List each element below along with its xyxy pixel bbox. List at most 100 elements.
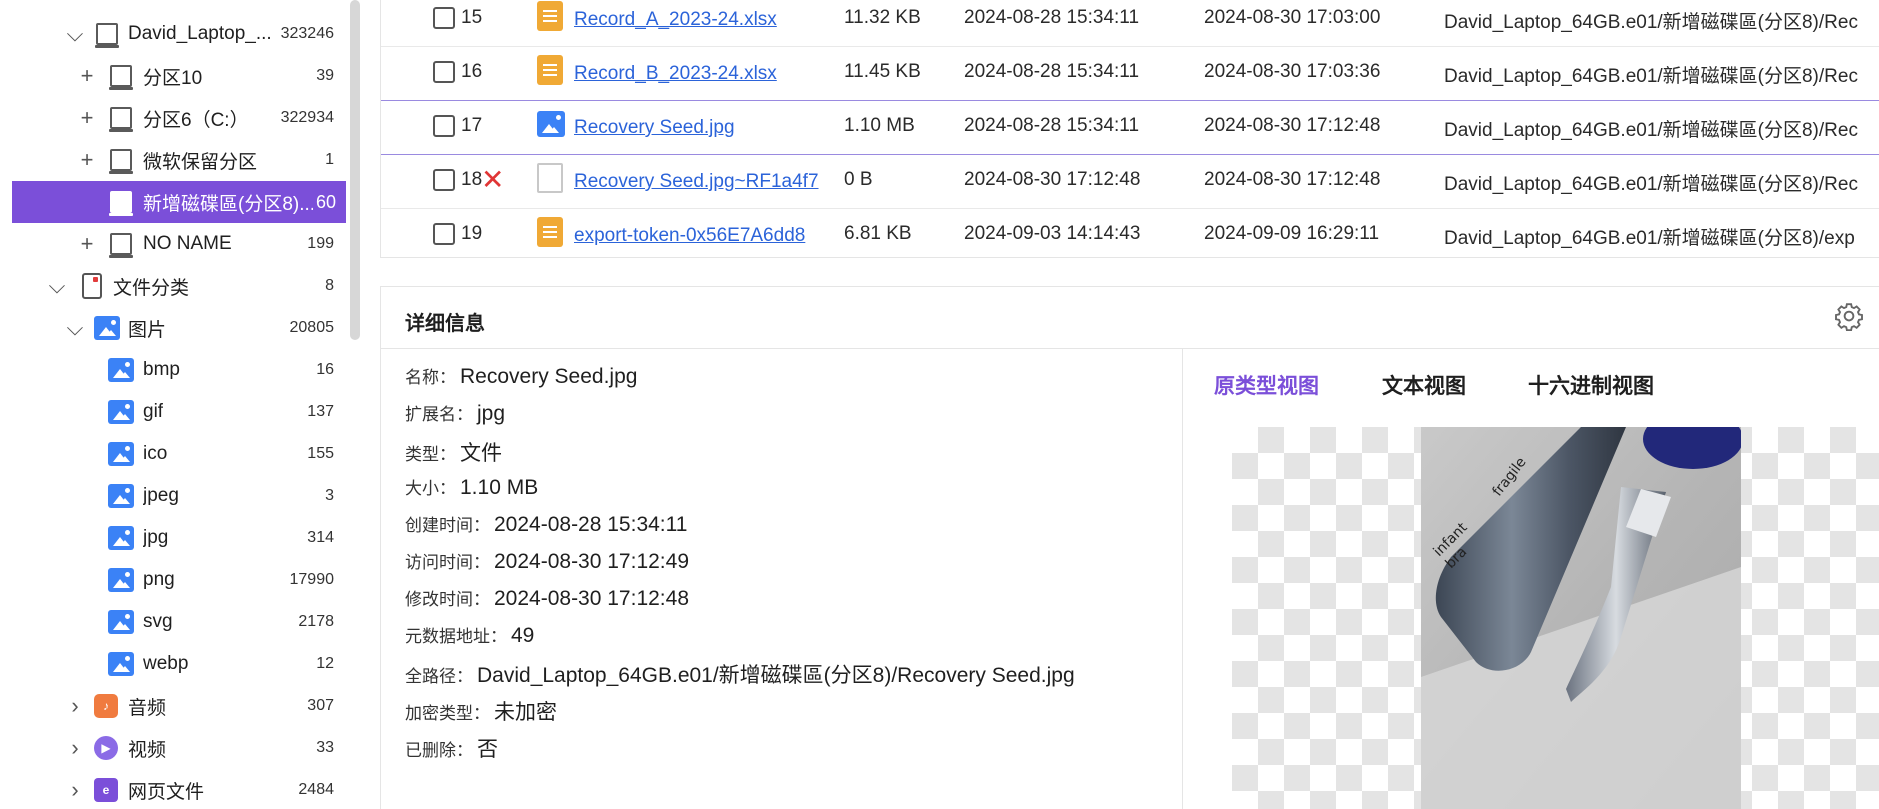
tree-item-label: ico xyxy=(143,443,168,464)
file-name-link[interactable]: Recovery Seed.jpg xyxy=(574,117,824,139)
drive-icon xyxy=(95,21,122,48)
tree-item-label: jpeg xyxy=(143,485,179,506)
tree-item-label: 微软保留分区 xyxy=(143,151,258,173)
chevron-down-icon[interactable]: ⌵ xyxy=(64,21,86,46)
document-icon xyxy=(537,217,563,247)
chevron-right-icon[interactable]: › xyxy=(64,735,86,760)
tab-text-view[interactable]: 文本视图 xyxy=(1382,370,1466,400)
tree-item-count: 39 xyxy=(316,67,334,84)
tree-item-svg[interactable]: svg 2178 xyxy=(12,601,346,643)
file-path: David_Laptop_64GB.e01/新增磁碟區(分区8)/Rec xyxy=(1444,12,1858,33)
tree-item-count: 33 xyxy=(316,739,334,756)
prop-key: 名称： xyxy=(405,368,456,387)
file-modified-time: 2024-08-30 17:03:36 xyxy=(1204,61,1381,82)
file-size: 11.45 KB xyxy=(844,61,921,82)
tree-item-label: bmp xyxy=(143,359,180,380)
file-path: David_Laptop_64GB.e01/新增磁碟區(分区8)/exp xyxy=(1444,228,1855,249)
drive-icon xyxy=(109,63,136,90)
image-icon xyxy=(108,526,134,552)
blank-file-icon xyxy=(537,163,563,193)
row-number: 15 xyxy=(461,7,483,28)
tree-item-audio[interactable]: › ♪ 音频 307 xyxy=(12,685,346,727)
file-created-time: 2024-08-28 15:34:11 xyxy=(964,61,1140,82)
chevron-down-icon[interactable]: ⌵ xyxy=(64,315,86,340)
tree-item-count: 199 xyxy=(307,235,334,252)
tree-item-file-categories[interactable]: ⌵ 文件分类 8 xyxy=(12,265,346,307)
row-checkbox[interactable] xyxy=(433,115,455,137)
row-checkbox[interactable] xyxy=(433,223,455,245)
tree-item-count: 1 xyxy=(325,151,334,168)
expand-plus-icon[interactable]: + xyxy=(76,147,98,172)
gear-icon[interactable] xyxy=(1834,301,1864,331)
tree-item-count: 12 xyxy=(316,655,334,672)
image-icon xyxy=(537,109,565,139)
tree-item-jpeg[interactable]: jpeg 3 xyxy=(12,475,346,517)
tree-item-jpg[interactable]: jpg 314 xyxy=(12,517,346,559)
tree-item-count: 60 xyxy=(315,191,336,212)
document-icon xyxy=(82,273,108,299)
tree-item-gif[interactable]: gif 137 xyxy=(12,391,346,433)
sidebar-scrollbar[interactable] xyxy=(350,0,360,340)
drive-icon xyxy=(109,105,136,132)
prop-metadata-address: 元数据地址： 49 xyxy=(405,622,534,648)
file-name-link[interactable]: Record_A_2023-24.xlsx xyxy=(574,9,824,31)
prop-value: 1.10 MB xyxy=(460,476,539,499)
table-row[interactable]: 18 ✕ Recovery Seed.jpg~RF1a4f7 0 B 2024-… xyxy=(381,155,1879,209)
tree-item-no-name[interactable]: + NO NAME 199 xyxy=(12,223,346,265)
expand-plus-icon[interactable]: + xyxy=(76,231,98,256)
chevron-right-icon[interactable]: › xyxy=(64,777,86,802)
tree-item-partition10[interactable]: + 分区10 39 xyxy=(12,55,346,97)
chevron-right-icon[interactable]: › xyxy=(64,693,86,718)
tree-item-label: NO NAME xyxy=(143,233,232,254)
file-created-time: 2024-09-03 14:14:43 xyxy=(964,223,1141,244)
file-name-link[interactable]: Record_B_2023-24.xlsx xyxy=(574,63,824,85)
row-number: 19 xyxy=(461,223,483,244)
row-checkbox[interactable] xyxy=(433,7,455,29)
prop-key: 修改时间： xyxy=(405,590,490,609)
tree-item-count: 2484 xyxy=(298,781,334,798)
tree-item-webp[interactable]: webp 12 xyxy=(12,643,346,685)
tree-item-images[interactable]: ⌵ 图片 20805 xyxy=(12,307,346,349)
tree-item-png[interactable]: png 17990 xyxy=(12,559,346,601)
prop-encryption: 加密类型： 未加密 xyxy=(405,696,557,726)
tree-item-web-files[interactable]: › e 网页文件 2484 xyxy=(12,769,346,809)
tree-item-video[interactable]: › ▶ 视频 33 xyxy=(12,727,346,769)
file-size: 11.32 KB xyxy=(844,7,921,28)
tree-item-new-volume-partition8[interactable]: 新增磁碟區(分区8)... 60 xyxy=(12,181,346,223)
prop-full-path: 全路径： David_Laptop_64GB.e01/新增磁碟區(分区8)/Rec… xyxy=(405,659,1075,689)
image-icon xyxy=(94,316,120,342)
tree-item-label: png xyxy=(143,569,175,590)
row-number: 18 xyxy=(461,169,483,190)
tree-item-partition6[interactable]: + 分区6（C:） 322934 xyxy=(12,97,346,139)
file-name-link[interactable]: Recovery Seed.jpg~RF1a4f7 xyxy=(574,171,824,193)
tree-item-bmp[interactable]: bmp 16 xyxy=(12,349,346,391)
prop-value: David_Laptop_64GB.e01/新增磁碟區(分区8)/Recover… xyxy=(477,664,1075,687)
tree-item-david-laptop[interactable]: ⌵ David_Laptop_... 323246 xyxy=(12,13,346,55)
tree-item-msr-partition[interactable]: + 微软保留分区 1 xyxy=(12,139,346,181)
expand-plus-icon[interactable]: + xyxy=(76,105,98,130)
tab-hex-view[interactable]: 十六进制视图 xyxy=(1528,370,1654,400)
file-name-link[interactable]: export-token-0x56E7A6dd8 xyxy=(574,225,824,247)
tree-item-label: 网页文件 xyxy=(128,781,205,803)
prop-value: 未加密 xyxy=(494,701,557,724)
tree-item-label: 新增磁碟區(分区8)... xyxy=(143,193,313,215)
table-row-selected[interactable]: 17 Recovery Seed.jpg 1.10 MB 2024-08-28 … xyxy=(381,101,1879,155)
image-icon xyxy=(108,400,134,426)
table-row[interactable]: 19 export-token-0x56E7A6dd8 6.81 KB 2024… xyxy=(381,209,1879,257)
tree-item-label: 文件分类 xyxy=(113,277,190,299)
row-checkbox[interactable] xyxy=(433,169,455,191)
tree-item-count: 20805 xyxy=(289,319,335,336)
row-checkbox[interactable] xyxy=(433,61,455,83)
tree-item-count: 8 xyxy=(325,277,334,294)
tree-item-count: 3 xyxy=(325,487,334,504)
table-row[interactable]: 15 Record_A_2023-24.xlsx 11.32 KB 2024-0… xyxy=(381,0,1879,47)
chevron-down-icon[interactable]: ⌵ xyxy=(46,273,68,298)
tree-item-count: 2178 xyxy=(298,613,334,630)
table-row[interactable]: 16 Record_B_2023-24.xlsx 11.45 KB 2024-0… xyxy=(381,47,1879,101)
tab-native-view[interactable]: 原类型视图 xyxy=(1214,370,1319,400)
tree-item-label: David_Laptop_... xyxy=(128,23,272,44)
tree-item-ico[interactable]: ico 155 xyxy=(12,433,346,475)
expand-plus-icon[interactable]: + xyxy=(76,63,98,88)
preview-image: fragile infant bra xyxy=(1421,427,1741,809)
prop-value: 否 xyxy=(477,738,498,761)
